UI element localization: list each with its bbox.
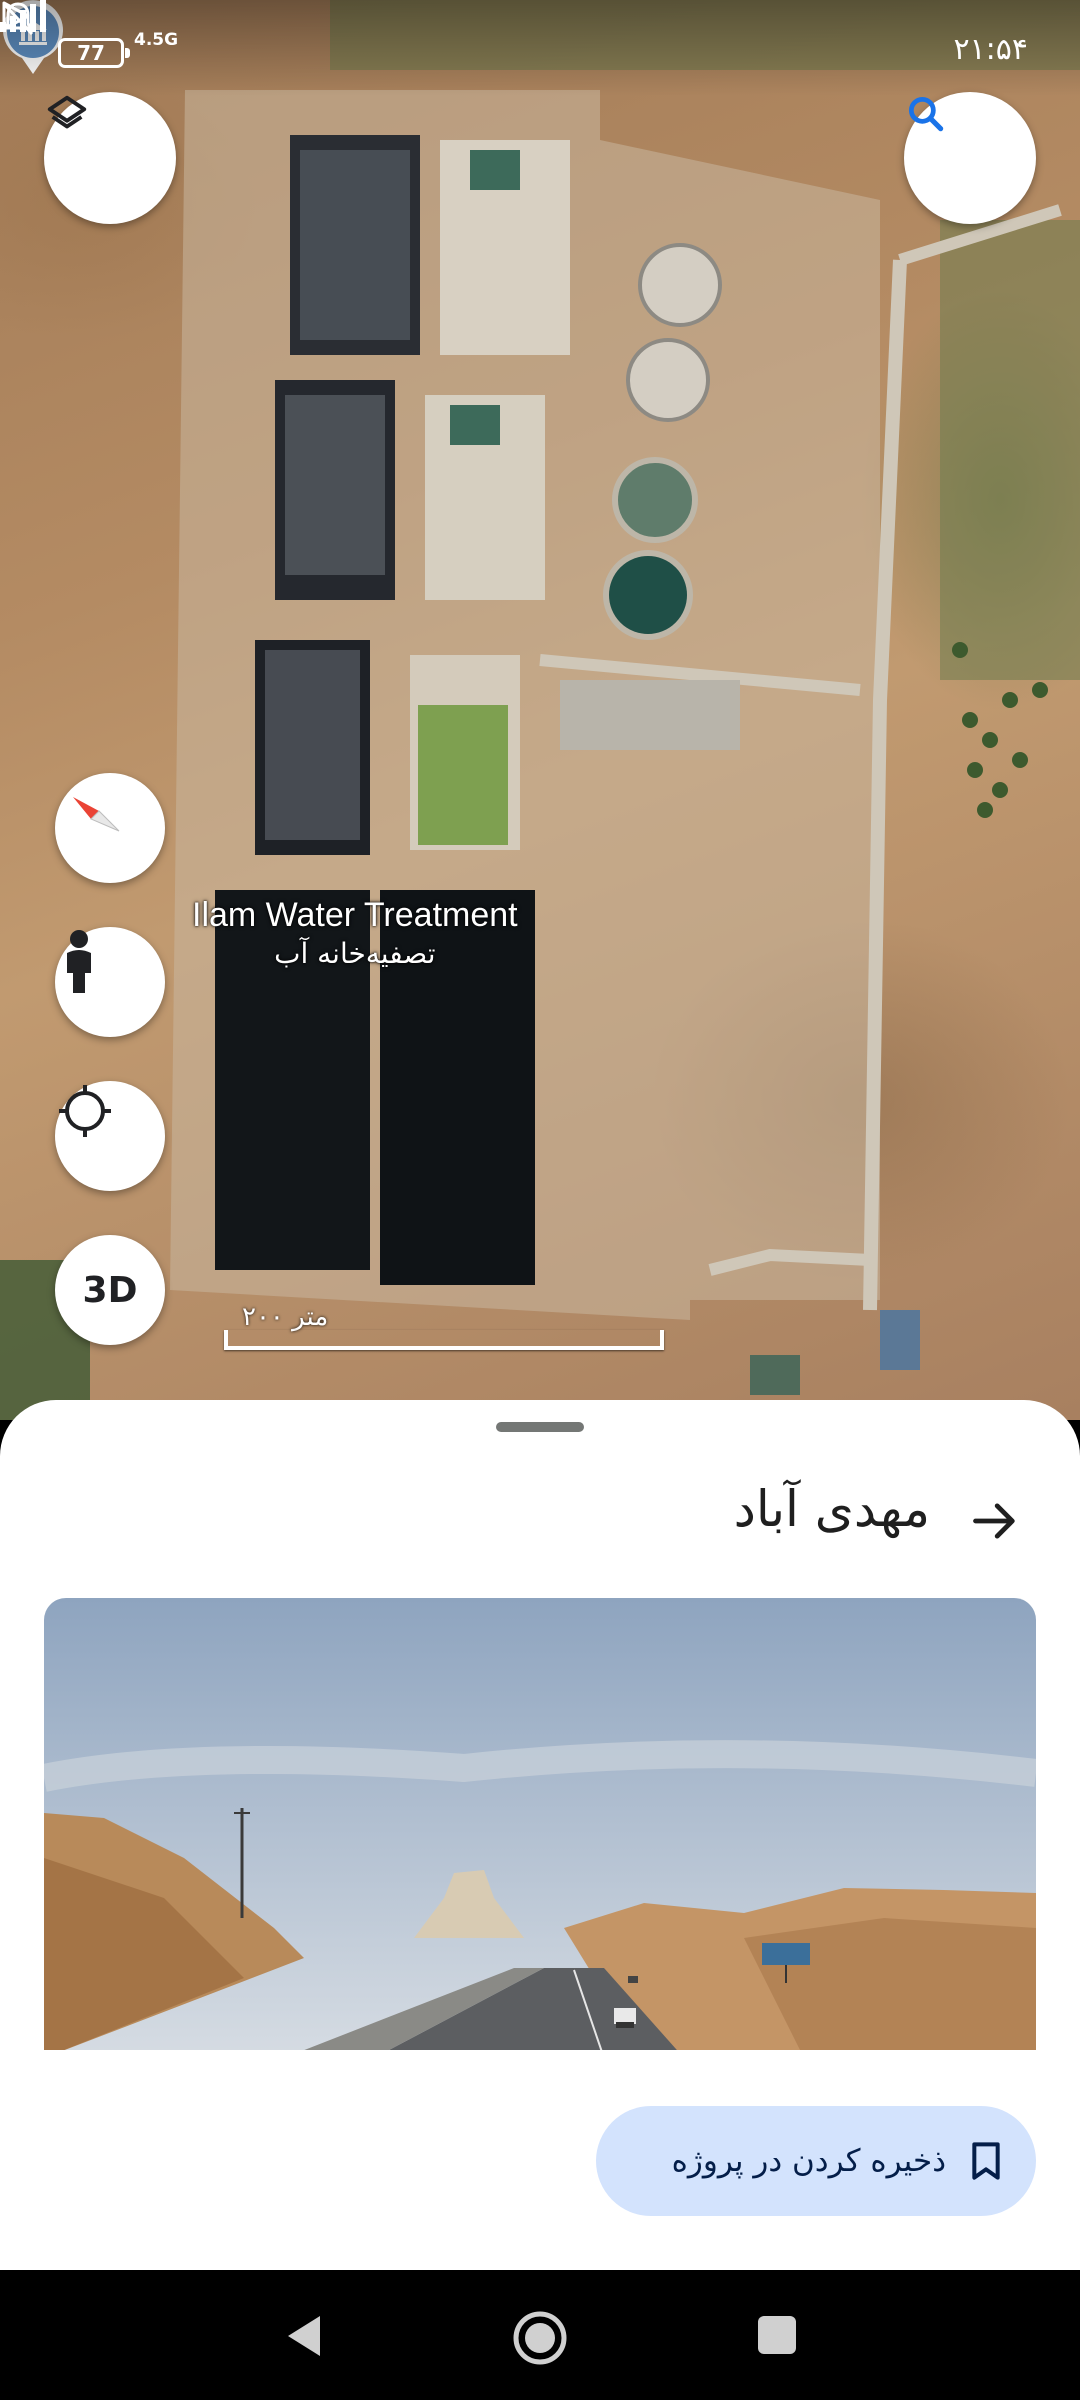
layers-icon: [47, 95, 87, 129]
scale-label: ۲۰۰ متر: [242, 1302, 329, 1332]
save-button-label: ذخیره کردن در پروژه: [671, 2143, 946, 2179]
satellite-imagery: [0, 0, 1080, 1420]
place-title: مهدی آباد: [733, 1480, 930, 1538]
play-store-icon: [2, 1, 30, 31]
landscape-photo: [44, 1598, 1036, 2058]
compass-button[interactable]: [55, 773, 165, 883]
arrow-right-icon: [973, 1503, 1015, 1539]
back-triangle-icon[interactable]: [284, 2312, 324, 2360]
layers-button[interactable]: [44, 92, 176, 224]
search-icon: [908, 96, 944, 132]
status-bar: 77 4.5G ۲۱:۵۴: [0, 0, 1080, 96]
search-button[interactable]: [904, 92, 1036, 224]
street-view-button[interactable]: [55, 927, 165, 1037]
clock: ۲۱:۵۴: [953, 32, 1028, 67]
place-photo[interactable]: [44, 1598, 1036, 2058]
3d-label: 3D: [82, 1269, 138, 1311]
home-circle-icon[interactable]: [510, 2308, 570, 2368]
save-to-project-button[interactable]: ذخیره کردن در پروژه: [596, 2106, 1036, 2216]
action-area: ذخیره کردن در پروژه: [0, 2050, 1080, 2270]
directions-arrow-button[interactable]: [960, 1486, 1030, 1556]
compass-icon: [73, 797, 120, 832]
recents-square-icon[interactable]: [756, 2314, 798, 2356]
battery-indicator: 77: [58, 38, 130, 68]
pegman-icon: [67, 930, 91, 993]
my-location-button[interactable]: [55, 1081, 165, 1191]
bookmark-icon: [972, 2142, 1000, 2180]
place-bottom-sheet[interactable]: مهدی آباد ذخیره کردن در پروژه: [0, 1400, 1080, 2270]
3d-toggle-button[interactable]: 3D: [55, 1235, 165, 1345]
satellite-map[interactable]: 77 4.5G ۲۱:۵۴ 3D Ilam Water Treatment تص…: [0, 0, 1080, 1420]
place-name-fa: تصفیه‌خانه آب: [274, 937, 436, 970]
drag-handle[interactable]: [496, 1422, 584, 1432]
my-location-icon: [59, 1085, 111, 1137]
network-type: 4.5G: [134, 30, 179, 50]
scale-bar: [224, 1330, 664, 1350]
place-name-en: Ilam Water Treatment: [192, 896, 518, 934]
system-navigation-bar: [0, 2270, 1080, 2400]
place-label[interactable]: Ilam Water Treatment تصفیه‌خانه آب: [192, 896, 518, 970]
app-root: 77 4.5G ۲۱:۵۴ 3D Ilam Water Treatment تص…: [0, 0, 1080, 2400]
